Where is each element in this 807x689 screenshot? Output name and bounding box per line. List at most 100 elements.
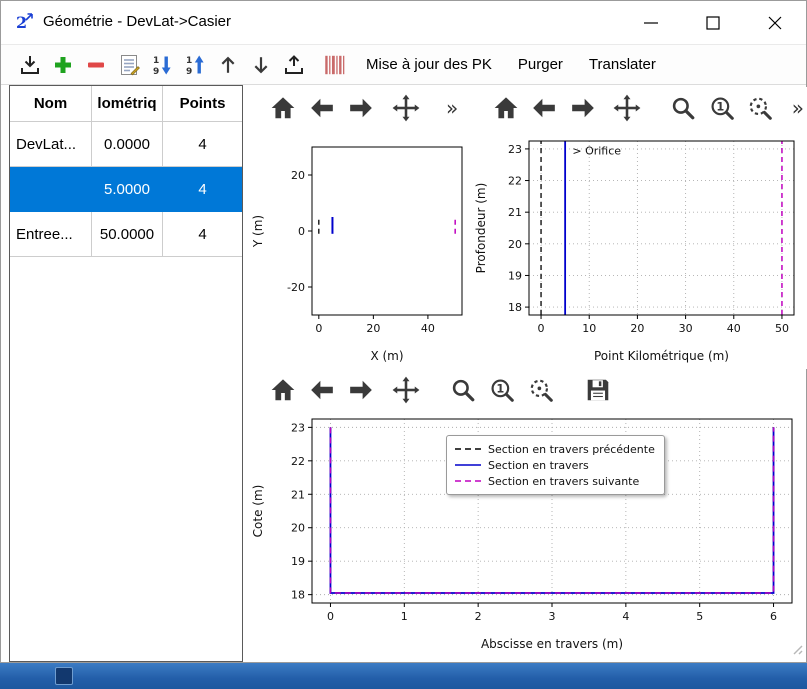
main-toolbar: 1 9 1 9 xyxy=(1,44,806,85)
zoom-button[interactable] xyxy=(666,91,699,125)
x-tick-label: 6 xyxy=(770,610,777,623)
remove-button[interactable] xyxy=(81,50,111,80)
y-axis-label: Cote (m) xyxy=(251,485,265,538)
column-header-pk[interactable]: lométriq xyxy=(92,86,163,122)
home-button[interactable] xyxy=(489,91,522,125)
zoom-1-icon: 1 xyxy=(709,95,735,121)
x-tick-label: 30 xyxy=(679,322,693,335)
legend-label: Section en travers suivante xyxy=(488,475,639,488)
sort-descending-icon: 1 9 xyxy=(150,53,174,77)
move-down-icon xyxy=(250,54,272,76)
edit-form-button[interactable] xyxy=(114,50,144,80)
y-tick-label: 18 xyxy=(508,301,522,314)
back-button[interactable] xyxy=(527,91,560,125)
plot-border xyxy=(312,147,462,315)
y-tick-label: 20 xyxy=(291,522,305,535)
cell-pk[interactable]: 0.0000 xyxy=(92,122,163,167)
chart-profile[interactable]: 01020304050181920212223Point Kilométriqu… xyxy=(471,129,802,367)
chart-xy-view[interactable]: 02040-20020X (m)Y (m) xyxy=(248,129,470,367)
back-button[interactable] xyxy=(305,91,339,125)
taskbar[interactable] xyxy=(0,663,807,689)
toolbar-overflow-button[interactable]: » xyxy=(442,96,462,120)
forward-button[interactable] xyxy=(344,373,378,407)
back-button[interactable] xyxy=(305,373,339,407)
cell-nom[interactable]: Entree... xyxy=(10,212,92,257)
zoom-button[interactable] xyxy=(446,373,480,407)
y-tick-label: 20 xyxy=(508,238,522,251)
zoom-rect-button[interactable] xyxy=(743,91,776,125)
update-pk-button[interactable]: Mise à jour des PK xyxy=(353,50,505,79)
x-tick-label: 20 xyxy=(630,322,644,335)
pan-button[interactable] xyxy=(389,91,423,125)
legend-line-sample xyxy=(454,444,482,454)
maximize-button[interactable] xyxy=(682,1,744,44)
export-button[interactable] xyxy=(279,50,309,80)
cell-nom[interactable]: DevLat... xyxy=(10,122,92,167)
x-tick-label: 20 xyxy=(366,322,380,335)
cell-pk[interactable]: 50.0000 xyxy=(92,212,163,257)
titlebar[interactable]: 2 Géométrie - DevLat->Casier xyxy=(1,1,806,44)
move-down-button[interactable] xyxy=(246,50,276,80)
column-header-nom[interactable]: Nom xyxy=(10,86,92,122)
cell-pk[interactable]: 5.0000 xyxy=(92,167,163,212)
cell-nom[interactable] xyxy=(10,167,92,212)
resize-grip[interactable] xyxy=(790,642,803,660)
back-icon xyxy=(309,377,335,403)
cell-points[interactable]: 4 xyxy=(163,212,242,257)
zoom-1-button[interactable]: 1 xyxy=(485,373,519,407)
toolbar-overflow-button[interactable]: » xyxy=(788,96,807,120)
minimize-button[interactable] xyxy=(620,1,682,44)
zoom-1-button[interactable]: 1 xyxy=(705,91,738,125)
y-tick-label: 22 xyxy=(291,455,305,468)
sort-descending-button[interactable]: 1 9 xyxy=(147,50,177,80)
legend-label: Section en travers précédente xyxy=(488,443,655,456)
forward-button[interactable] xyxy=(344,91,378,125)
forward-icon xyxy=(348,377,374,403)
import-button[interactable] xyxy=(15,50,45,80)
zoom-icon xyxy=(670,95,696,121)
back-icon xyxy=(309,95,335,121)
save-button[interactable] xyxy=(581,373,615,407)
x-tick-label: 10 xyxy=(582,322,596,335)
column-header-points[interactable]: Points xyxy=(163,86,242,122)
y-tick-label: 0 xyxy=(298,225,305,238)
purge-button[interactable]: Purger xyxy=(505,50,576,79)
pan-button[interactable] xyxy=(610,91,643,125)
table-row[interactable]: 5.0000 4 xyxy=(10,167,242,212)
home-button[interactable] xyxy=(266,91,300,125)
y-tick-label: -20 xyxy=(287,281,305,294)
add-icon xyxy=(51,53,75,77)
x-tick-label: 1 xyxy=(401,610,408,623)
zoom-icon xyxy=(450,377,476,403)
add-button[interactable] xyxy=(48,50,78,80)
svg-text:9: 9 xyxy=(153,67,159,77)
profile-plot-toolbar: 1 » xyxy=(471,87,807,129)
sections-button[interactable] xyxy=(320,50,350,80)
close-icon xyxy=(765,13,785,33)
forward-icon xyxy=(570,95,596,121)
pan-button[interactable] xyxy=(389,373,423,407)
zoom-rect-button[interactable] xyxy=(524,373,558,407)
cell-points[interactable]: 4 xyxy=(163,167,242,212)
pan-icon xyxy=(392,94,420,122)
sort-ascending-button[interactable]: 1 9 xyxy=(180,50,210,80)
close-button[interactable] xyxy=(744,1,806,44)
legend-line-sample xyxy=(454,476,482,486)
forward-button[interactable] xyxy=(566,91,599,125)
toolbar-separator xyxy=(649,108,667,109)
move-up-button[interactable] xyxy=(213,50,243,80)
y-axis-label: Y (m) xyxy=(251,215,265,248)
y-tick-label: 20 xyxy=(291,169,305,182)
taskbar-app-icon[interactable] xyxy=(55,667,73,685)
back-icon xyxy=(531,95,557,121)
table-row[interactable]: Entree... 50.0000 4 xyxy=(10,212,242,257)
translate-button[interactable]: Translater xyxy=(576,50,669,79)
table-row[interactable]: DevLat... 0.0000 4 xyxy=(10,122,242,167)
home-button[interactable] xyxy=(266,373,300,407)
edit-form-icon xyxy=(117,53,141,77)
x-tick-label: 0 xyxy=(538,322,545,335)
x-tick-label: 2 xyxy=(475,610,482,623)
save-icon xyxy=(585,377,611,403)
import-icon xyxy=(18,53,42,77)
cell-points[interactable]: 4 xyxy=(163,122,242,167)
